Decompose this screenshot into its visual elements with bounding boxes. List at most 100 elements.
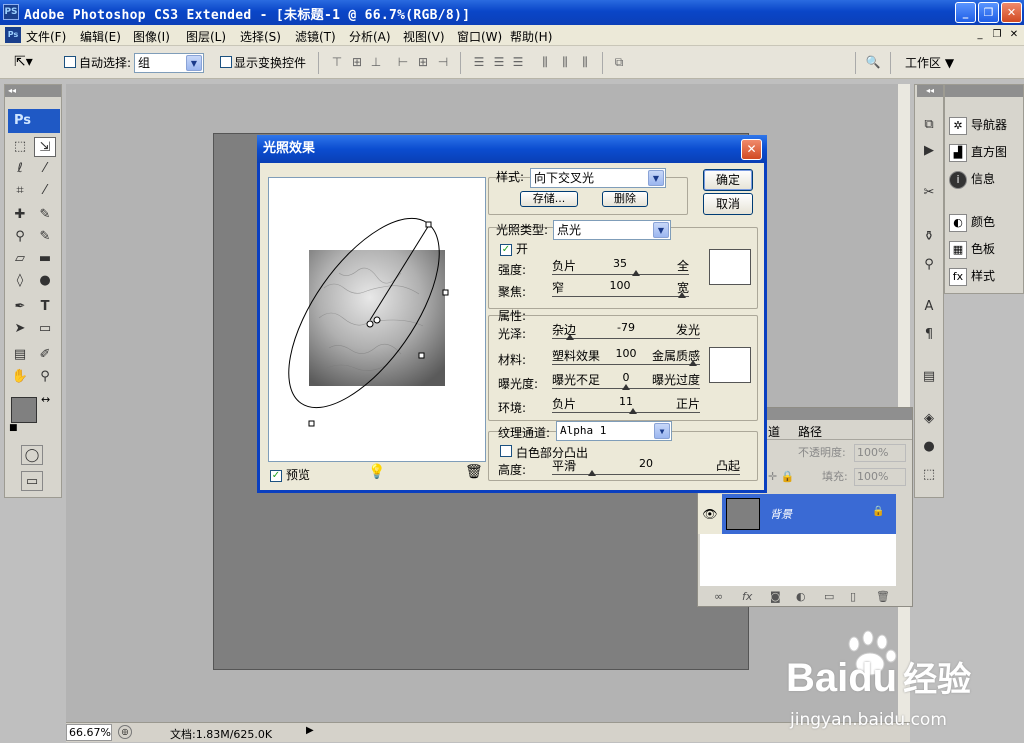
light-on-checkbox[interactable]: ✓ [500,241,512,256]
slider-thumb[interactable] [629,408,637,414]
panel-swatches[interactable]: ▦ 色板 [949,238,1023,260]
panel-color[interactable]: ◐ 颜色 [949,211,1023,233]
material-slider[interactable]: 塑料效果 100 金属质感 [552,347,700,367]
lightbulb-icon[interactable]: 💡 [368,464,385,480]
notes-tool-icon[interactable]: ▤ [9,345,31,365]
align-right-icon[interactable]: ⊣ [434,54,452,70]
ok-button[interactable]: 确定 [703,169,753,191]
close-button[interactable]: ✕ [1001,2,1022,23]
exposure-slider[interactable]: 曝光不足 0 曝光过度 [552,371,700,391]
move-tool-icon[interactable]: ⇱▾ [14,54,33,70]
adjustment-icon[interactable]: ◐ [796,590,806,603]
pen-tool-icon[interactable]: ✒ [9,297,31,317]
layers-icon[interactable]: ◈ [918,409,940,429]
distribute-left-icon[interactable]: ⫼ [536,54,554,70]
lock-icons[interactable]: ✛ 🔒 [768,464,794,490]
type-tool-icon[interactable]: T [34,297,56,317]
zoom-field[interactable]: 66.67% [66,724,112,741]
align-left-icon[interactable]: ⊢ [394,54,412,70]
fill-field[interactable]: 100% [854,468,906,486]
panel-histogram[interactable]: ▟ 直方图 [949,141,1023,163]
menu-view[interactable]: 视图(V) [403,28,445,45]
panel-info[interactable]: i 信息 [949,168,1023,190]
preview-checkbox[interactable]: ✓ [270,467,282,482]
status-arrow-icon[interactable]: ▶ [306,725,314,736]
new-layer-icon[interactable]: ▯ [850,590,856,603]
screen-mode-icon[interactable]: ▭ [21,471,43,491]
doc-close-button[interactable]: ✕ [1006,28,1022,42]
minimize-button[interactable]: _ [955,2,976,23]
notes-icon[interactable]: ▤ [918,367,940,387]
brush-tool-icon[interactable]: ✎ [34,205,56,225]
align-hcenter-icon[interactable]: ⊞ [414,54,432,70]
dialog-close-button[interactable]: ✕ [741,139,762,160]
channels-icon[interactable]: ● [918,437,940,457]
brushes-icon[interactable]: ⚱ [918,227,940,247]
slice-tool-icon[interactable]: ⁄ [34,181,56,201]
show-transform-checkbox[interactable] [220,56,232,71]
document-icon[interactable]: Ps [5,27,21,43]
link-layers-icon[interactable]: ∞ [714,590,723,603]
slider-thumb[interactable] [622,384,630,390]
distribute-right-icon[interactable]: ⫼ [576,54,594,70]
light-color-swatch[interactable] [709,249,751,285]
light-type-dropdown[interactable]: 点光 ▼ [553,220,671,240]
doc-minimize-button[interactable]: _ [972,28,988,42]
cancel-button[interactable]: 取消 [703,193,753,215]
fx-icon[interactable]: fx [742,590,752,603]
eyedropper-icon[interactable]: ✐ [34,345,56,365]
move-tool-icon[interactable]: ⇲ [34,137,56,157]
panel-styles[interactable]: fx 样式 [949,265,1023,287]
focus-slider[interactable]: 窄 100 宽 [552,279,689,299]
slider-thumb[interactable] [588,470,596,476]
crop-tool-icon[interactable]: ⌗ [9,181,31,201]
magic-wand-icon[interactable]: ⁄ [34,159,56,179]
actions-icon[interactable]: ▶ [918,141,940,161]
white-high-checkbox[interactable] [500,445,512,460]
path-select-icon[interactable]: ➤ [9,319,31,339]
blur-tool-icon[interactable]: ◊ [9,271,31,291]
swap-colors-icon[interactable]: ↔ [41,393,50,406]
auto-select-checkbox[interactable] [64,56,76,71]
zoom-tool-icon[interactable]: ⚲ [34,367,56,387]
ambience-slider[interactable]: 负片 11 正片 [552,395,700,415]
status-icon[interactable]: ◎ [118,725,132,739]
menu-image[interactable]: 图像(I) [133,28,170,45]
tool-presets-icon[interactable]: ✂ [918,183,940,203]
paragraph-icon[interactable]: ¶ [918,325,940,345]
healing-brush-icon[interactable]: ✚ [9,205,31,225]
menu-edit[interactable]: 编辑(E) [80,28,121,45]
restore-button[interactable]: ❐ [978,2,999,23]
character-icon[interactable]: A [918,297,940,317]
distribute-hcenter-icon[interactable]: ⫼ [556,54,574,70]
save-button[interactable]: 存储... [520,191,578,207]
menu-select[interactable]: 选择(S) [240,28,281,45]
menu-file[interactable]: 文件(F) [26,28,66,45]
foreground-color-swatch[interactable] [11,397,37,423]
menu-filter[interactable]: 滤镜(T) [295,28,336,45]
eraser-tool-icon[interactable]: ▱ [9,249,31,269]
align-vcenter-icon[interactable]: ⊞ [348,54,366,70]
default-colors-icon[interactable]: ■ [9,423,18,433]
delete-layer-icon[interactable]: 🗑 [876,590,890,603]
menu-window[interactable]: 窗口(W) [457,28,502,45]
menu-layer[interactable]: 图层(L) [186,28,226,45]
tab-channels[interactable]: 道 [768,423,780,440]
panel-navigator[interactable]: ✲ 导航器 [949,114,1023,136]
intensity-slider[interactable]: 负片 35 全 [552,257,689,277]
bridge-icon[interactable]: 🔍 [864,54,882,70]
slider-thumb[interactable] [678,292,687,298]
marquee-tool-icon[interactable]: ⬚ [9,137,31,157]
lasso-tool-icon[interactable]: ℓ [9,159,31,179]
history-icon[interactable]: ⧉ [918,115,940,135]
tab-paths[interactable]: 路径 [798,423,822,440]
shape-tool-icon[interactable]: ▭ [34,319,56,339]
distribute-top-icon[interactable]: ☰ [470,54,488,70]
add-mask-icon[interactable]: ◙ [770,590,781,603]
history-brush-icon[interactable]: ✎ [34,227,56,247]
height-slider[interactable]: 平滑 20 凸起 [552,457,740,477]
distribute-bottom-icon[interactable]: ☰ [509,54,527,70]
lighting-preview[interactable] [268,177,486,462]
auto-align-icon[interactable]: ⧉ [610,54,628,70]
toolbox-header[interactable]: ◂◂ [5,85,61,97]
